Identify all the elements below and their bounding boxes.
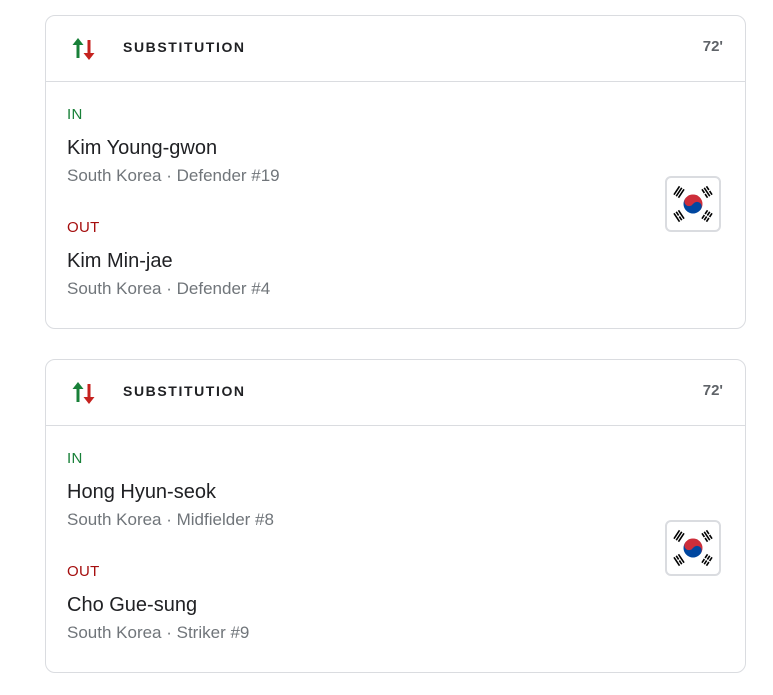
substitution-arrows-icon	[70, 379, 98, 407]
player-in-meta: South Korea · Defender #19	[67, 166, 280, 185]
team-flag	[665, 176, 721, 232]
player-in-name[interactable]: Hong Hyun-seok	[67, 481, 216, 504]
in-label: IN	[67, 106, 83, 123]
card-title: SUBSTITUTION	[123, 39, 246, 55]
substitution-arrows-icon	[70, 35, 98, 63]
player-out-name[interactable]: Kim Min-jae	[67, 250, 173, 273]
player-out-meta: South Korea · Defender #4	[67, 279, 271, 298]
out-label: OUT	[67, 219, 100, 236]
card-header: SUBSTITUTION 72'	[46, 16, 745, 82]
player-out-name[interactable]: Cho Gue-sung	[67, 594, 197, 617]
out-label: OUT	[67, 563, 100, 580]
team-flag	[665, 520, 721, 576]
match-minute: 72'	[702, 38, 723, 55]
player-in-name[interactable]: Kim Young-gwon	[67, 137, 217, 160]
player-in-meta: South Korea · Midfielder #8	[67, 510, 274, 529]
card-header: SUBSTITUTION 72'	[46, 360, 745, 426]
substitution-card: SUBSTITUTION 72' IN Kim Young-gwon South…	[45, 15, 746, 329]
in-label: IN	[67, 450, 83, 467]
match-minute: 72'	[702, 382, 723, 399]
player-out-meta: South Korea · Striker #9	[67, 623, 250, 642]
card-title: SUBSTITUTION	[123, 383, 246, 399]
substitution-card: SUBSTITUTION 72' IN Hong Hyun-seok South…	[45, 359, 746, 673]
